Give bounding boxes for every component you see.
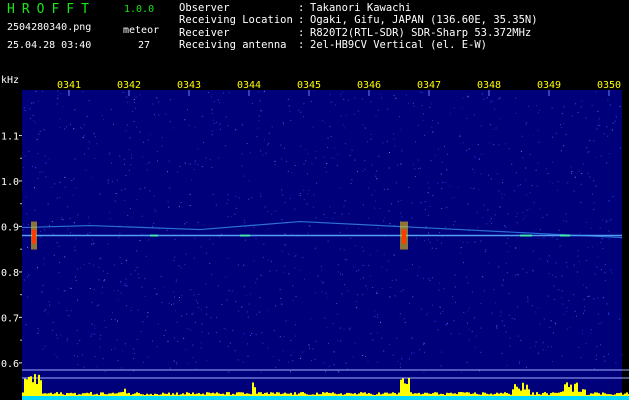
x-tick-label: 0348 — [477, 80, 501, 91]
x-tick-label: 0342 — [117, 80, 141, 91]
y-tick-label: 1.1 — [1, 131, 19, 142]
header-panel: HROFFT 1.0.0 2504280340.png 25.04.28 03:… — [0, 0, 629, 72]
meteor-echo-core — [402, 229, 406, 244]
carrier-hotspot — [150, 234, 158, 237]
x-tick-label: 0350 — [597, 80, 621, 91]
y-tick-label: 0.7 — [1, 313, 19, 324]
app-title: HROFFT — [7, 2, 96, 17]
spectrogram: kHz 0341 0342 0343 0344 0345 0346 0347 0348 0349 0… — [0, 72, 629, 400]
y-tick-label: 0.9 — [1, 222, 19, 233]
file-name: 2504280340.png — [7, 22, 92, 33]
meteor-count: 27 — [138, 40, 151, 51]
info-location: Receiving Location: Ogaki, Gifu, JAPAN (… — [179, 14, 538, 27]
x-tick-label: 0344 — [237, 80, 261, 91]
waterfall-area — [22, 90, 622, 400]
x-tick-label: 0349 — [537, 80, 561, 91]
carrier-hotspot — [520, 234, 532, 237]
info-observer: Observer: Takanori Kawachi — [179, 2, 412, 14]
x-tick-label: 0343 — [177, 80, 201, 91]
station-info: Observer: Takanori Kawachi Receiving Loc… — [179, 2, 538, 51]
app-version: 1.0.0 — [124, 4, 155, 15]
carrier-hotspot — [560, 234, 570, 237]
carrier-hotspot — [240, 234, 250, 237]
x-tick-label: 0345 — [297, 80, 321, 91]
y-tick-label: 1.0 — [1, 177, 19, 188]
capture-datetime: 25.04.28 03:40 — [7, 40, 92, 51]
x-tick-label: 0347 — [417, 80, 441, 91]
x-tick-label: 0341 — [57, 80, 81, 91]
meteor-echo-core — [32, 229, 36, 244]
meteor-label: meteor — [123, 25, 160, 36]
x-tick-label: 0346 — [357, 80, 381, 91]
level-baseline — [22, 396, 629, 400]
y-tick-label: 0.8 — [1, 268, 19, 279]
info-receiver: Receiver: R820T2(RTL-SDR) SDR-Sharp 53.3… — [179, 26, 532, 39]
y-axis-unit: kHz — [1, 75, 19, 86]
y-tick-label: 0.6 — [1, 359, 19, 370]
info-antenna: Receiving antenna: 2el-HB9CV Vertical (e… — [179, 38, 488, 51]
